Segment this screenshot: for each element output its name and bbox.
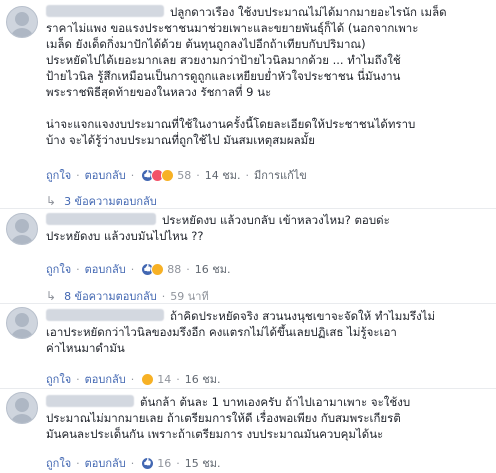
- comment-text: ประหยัดงบ แล้วงบกลับ เข้าหลวงไหม? ตอบด่ะ…: [46, 213, 390, 243]
- avatar[interactable]: [6, 307, 38, 339]
- like-button[interactable]: ถูกใจ: [46, 260, 71, 278]
- reaction-summary[interactable]: 88: [141, 262, 182, 276]
- comment-time[interactable]: 14 ชม.: [205, 166, 241, 184]
- author-name[interactable]: [46, 395, 134, 407]
- author-name[interactable]: [46, 5, 164, 17]
- comment: ประหยัดงบ แล้วงบกลับ เข้าหลวงไหม? ตอบด่ะ…: [46, 212, 476, 244]
- reaction-count: 16: [157, 456, 172, 470]
- reaction-count: 88: [167, 262, 182, 276]
- reply-button[interactable]: ตอบกลับ: [85, 260, 126, 278]
- like-button[interactable]: ถูกใจ: [46, 370, 71, 388]
- wow-reaction-icon: [151, 262, 165, 276]
- comment-actions: ถูกใจ · ตอบกลับ · 88 · 16 ชม.: [46, 260, 230, 278]
- comment-text: ปลูกดาวเรือง ใช้งบประมาณไม่ได้มากมายอะไร…: [46, 5, 447, 147]
- reaction-summary[interactable]: 14: [141, 372, 172, 386]
- author-name[interactable]: [46, 309, 164, 321]
- comment-text: ถ้าคิดประหยัดจริง สวนนงนุชเขาจะจัดให้ ทำ…: [46, 309, 436, 355]
- edited-label[interactable]: มีการแก้ไข: [254, 166, 307, 184]
- comment: ถ้าคิดประหยัดจริง สวนนงนุชเขาจะจัดให้ ทำ…: [46, 308, 476, 356]
- comment-time[interactable]: 16 ชม.: [195, 260, 231, 278]
- like-button[interactable]: ถูกใจ: [46, 454, 71, 472]
- comment-actions: ถูกใจ · ตอบกลับ · 58 · 14 ชม. · มีการแก้…: [46, 166, 307, 184]
- reaction-count: 58: [177, 168, 192, 182]
- like-reaction-icon: [141, 456, 155, 470]
- avatar[interactable]: [6, 6, 38, 38]
- comment-text: ต้นกล้า ต้นละ 1 บาทเองครับ ถ้าไปเอามาเพา…: [46, 395, 411, 441]
- author-name[interactable]: [46, 213, 156, 225]
- reply-button[interactable]: ตอบกลับ: [85, 166, 126, 184]
- reply-arrow-icon: ↳: [46, 194, 57, 208]
- reaction-summary[interactable]: 58: [141, 168, 192, 182]
- avatar[interactable]: [6, 213, 38, 245]
- reply-button[interactable]: ตอบกลับ: [85, 454, 126, 472]
- comment-actions: ถูกใจ · ตอบกลับ · 16 · 15 ชม.: [46, 454, 220, 472]
- comment: ต้นกล้า ต้นละ 1 บาทเองครับ ถ้าไปเอามาเพา…: [46, 394, 476, 442]
- comment-time[interactable]: 15 ชม.: [185, 454, 221, 472]
- divider: [0, 208, 496, 209]
- reaction-count: 14: [157, 372, 172, 386]
- comment: ปลูกดาวเรือง ใช้งบประมาณไม่ได้มากมายอะไร…: [46, 4, 476, 148]
- reaction-summary[interactable]: 16: [141, 456, 172, 470]
- comment-actions: ถูกใจ · ตอบกลับ · 14 · 16 ชม.: [46, 370, 220, 388]
- like-button[interactable]: ถูกใจ: [46, 166, 71, 184]
- reply-button[interactable]: ตอบกลับ: [85, 370, 126, 388]
- divider: [0, 388, 496, 389]
- divider: [0, 303, 496, 304]
- reply-arrow-icon: ↳: [46, 289, 57, 303]
- comment-time[interactable]: 16 ชม.: [185, 370, 221, 388]
- haha-reaction-icon: [141, 372, 155, 386]
- wow-reaction-icon: [161, 168, 175, 182]
- avatar[interactable]: [6, 392, 38, 424]
